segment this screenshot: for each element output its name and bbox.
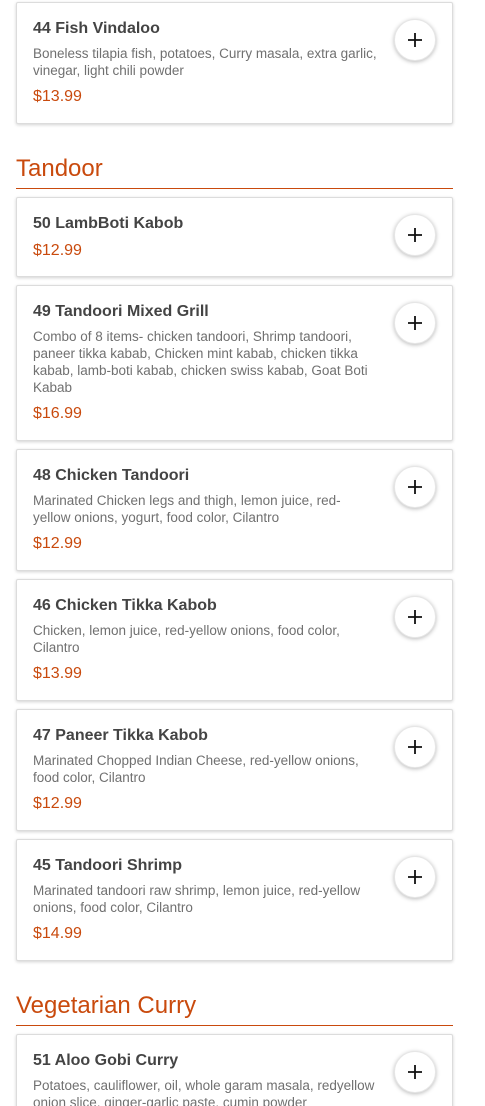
menu-item-description: Marinated Chicken legs and thigh, lemon … (33, 493, 341, 525)
menu-item-name: 44 Fish Vindaloo (33, 20, 160, 37)
plus-icon (408, 480, 422, 494)
section-header-tandoor: Tandoor (16, 154, 453, 189)
menu-item-price: $13.99 (33, 88, 82, 105)
section-header-vegetarian-curry: Vegetarian Curry (16, 991, 453, 1026)
menu-page: 44 Fish Vindaloo Boneless tilapia fish, … (0, 0, 485, 1106)
plus-icon (408, 610, 422, 624)
menu-item-card[interactable]: 46 Chicken Tikka Kabob Chicken, lemon ju… (16, 579, 453, 701)
add-to-cart-button[interactable] (394, 596, 436, 638)
menu-item-info: 50 LambBoti Kabob $12.99 (33, 214, 378, 261)
menu-item-name: 45 Tandoori Shrimp (33, 857, 183, 874)
menu-item-name: 48 Chicken Tandoori (33, 467, 190, 484)
menu-item-info: 45 Tandoori Shrimp Marinated tandoori ra… (33, 856, 378, 944)
menu-item-price: $13.99 (33, 665, 82, 682)
add-to-cart-button[interactable] (394, 302, 436, 344)
menu-item-name: 49 Tandoori Mixed Grill (33, 303, 209, 320)
menu-item-card[interactable]: 51 Aloo Gobi Curry Potatoes, cauliflower… (16, 1034, 453, 1106)
plus-icon (408, 316, 422, 330)
menu-item-description: Boneless tilapia fish, potatoes, Curry m… (33, 46, 377, 78)
menu-item-card[interactable]: 49 Tandoori Mixed Grill Combo of 8 items… (16, 285, 453, 441)
menu-item-description: Potatoes, cauliflower, oil, whole garam … (33, 1078, 375, 1106)
menu-item-price: $12.99 (33, 795, 82, 812)
add-to-cart-button[interactable] (394, 466, 436, 508)
menu-item-info: 46 Chicken Tikka Kabob Chicken, lemon ju… (33, 596, 378, 684)
menu-item-name: 50 LambBoti Kabob (33, 215, 184, 232)
plus-icon (408, 228, 422, 242)
plus-icon (408, 33, 422, 47)
menu-item-card[interactable]: 44 Fish Vindaloo Boneless tilapia fish, … (16, 2, 453, 124)
add-to-cart-button[interactable] (394, 726, 436, 768)
add-to-cart-button[interactable] (394, 1051, 436, 1093)
add-to-cart-button[interactable] (394, 214, 436, 256)
menu-item-name: 51 Aloo Gobi Curry (33, 1052, 179, 1069)
menu-item-price: $12.99 (33, 535, 82, 552)
section-title: Tandoor (16, 155, 103, 182)
plus-icon (408, 740, 422, 754)
menu-item-card[interactable]: 50 LambBoti Kabob $12.99 (16, 197, 453, 277)
menu-item-price: $12.99 (33, 242, 82, 259)
add-to-cart-button[interactable] (394, 856, 436, 898)
menu-item-info: 51 Aloo Gobi Curry Potatoes, cauliflower… (33, 1051, 378, 1106)
menu-item-description: Combo of 8 items- chicken tandoori, Shri… (33, 329, 368, 395)
plus-icon (408, 1065, 422, 1079)
menu-item-description: Marinated tandoori raw shrimp, lemon jui… (33, 883, 361, 915)
menu-item-info: 49 Tandoori Mixed Grill Combo of 8 items… (33, 302, 378, 424)
menu-item-price: $16.99 (33, 405, 82, 422)
menu-item-info: 47 Paneer Tikka Kabob Marinated Chopped … (33, 726, 378, 814)
menu-item-name: 47 Paneer Tikka Kabob (33, 727, 208, 744)
menu-item-card[interactable]: 45 Tandoori Shrimp Marinated tandoori ra… (16, 839, 453, 961)
section-title: Vegetarian Curry (16, 992, 197, 1019)
menu-item-info: 44 Fish Vindaloo Boneless tilapia fish, … (33, 19, 378, 107)
menu-item-price: $14.99 (33, 925, 82, 942)
menu-item-name: 46 Chicken Tikka Kabob (33, 597, 217, 614)
menu-item-card[interactable]: 47 Paneer Tikka Kabob Marinated Chopped … (16, 709, 453, 831)
menu-item-info: 48 Chicken Tandoori Marinated Chicken le… (33, 466, 378, 554)
menu-item-card[interactable]: 48 Chicken Tandoori Marinated Chicken le… (16, 449, 453, 571)
plus-icon (408, 870, 422, 884)
add-to-cart-button[interactable] (394, 19, 436, 61)
menu-item-description: Marinated Chopped Indian Cheese, red-yel… (33, 753, 359, 785)
menu-item-description: Chicken, lemon juice, red-yellow onions,… (33, 623, 340, 655)
